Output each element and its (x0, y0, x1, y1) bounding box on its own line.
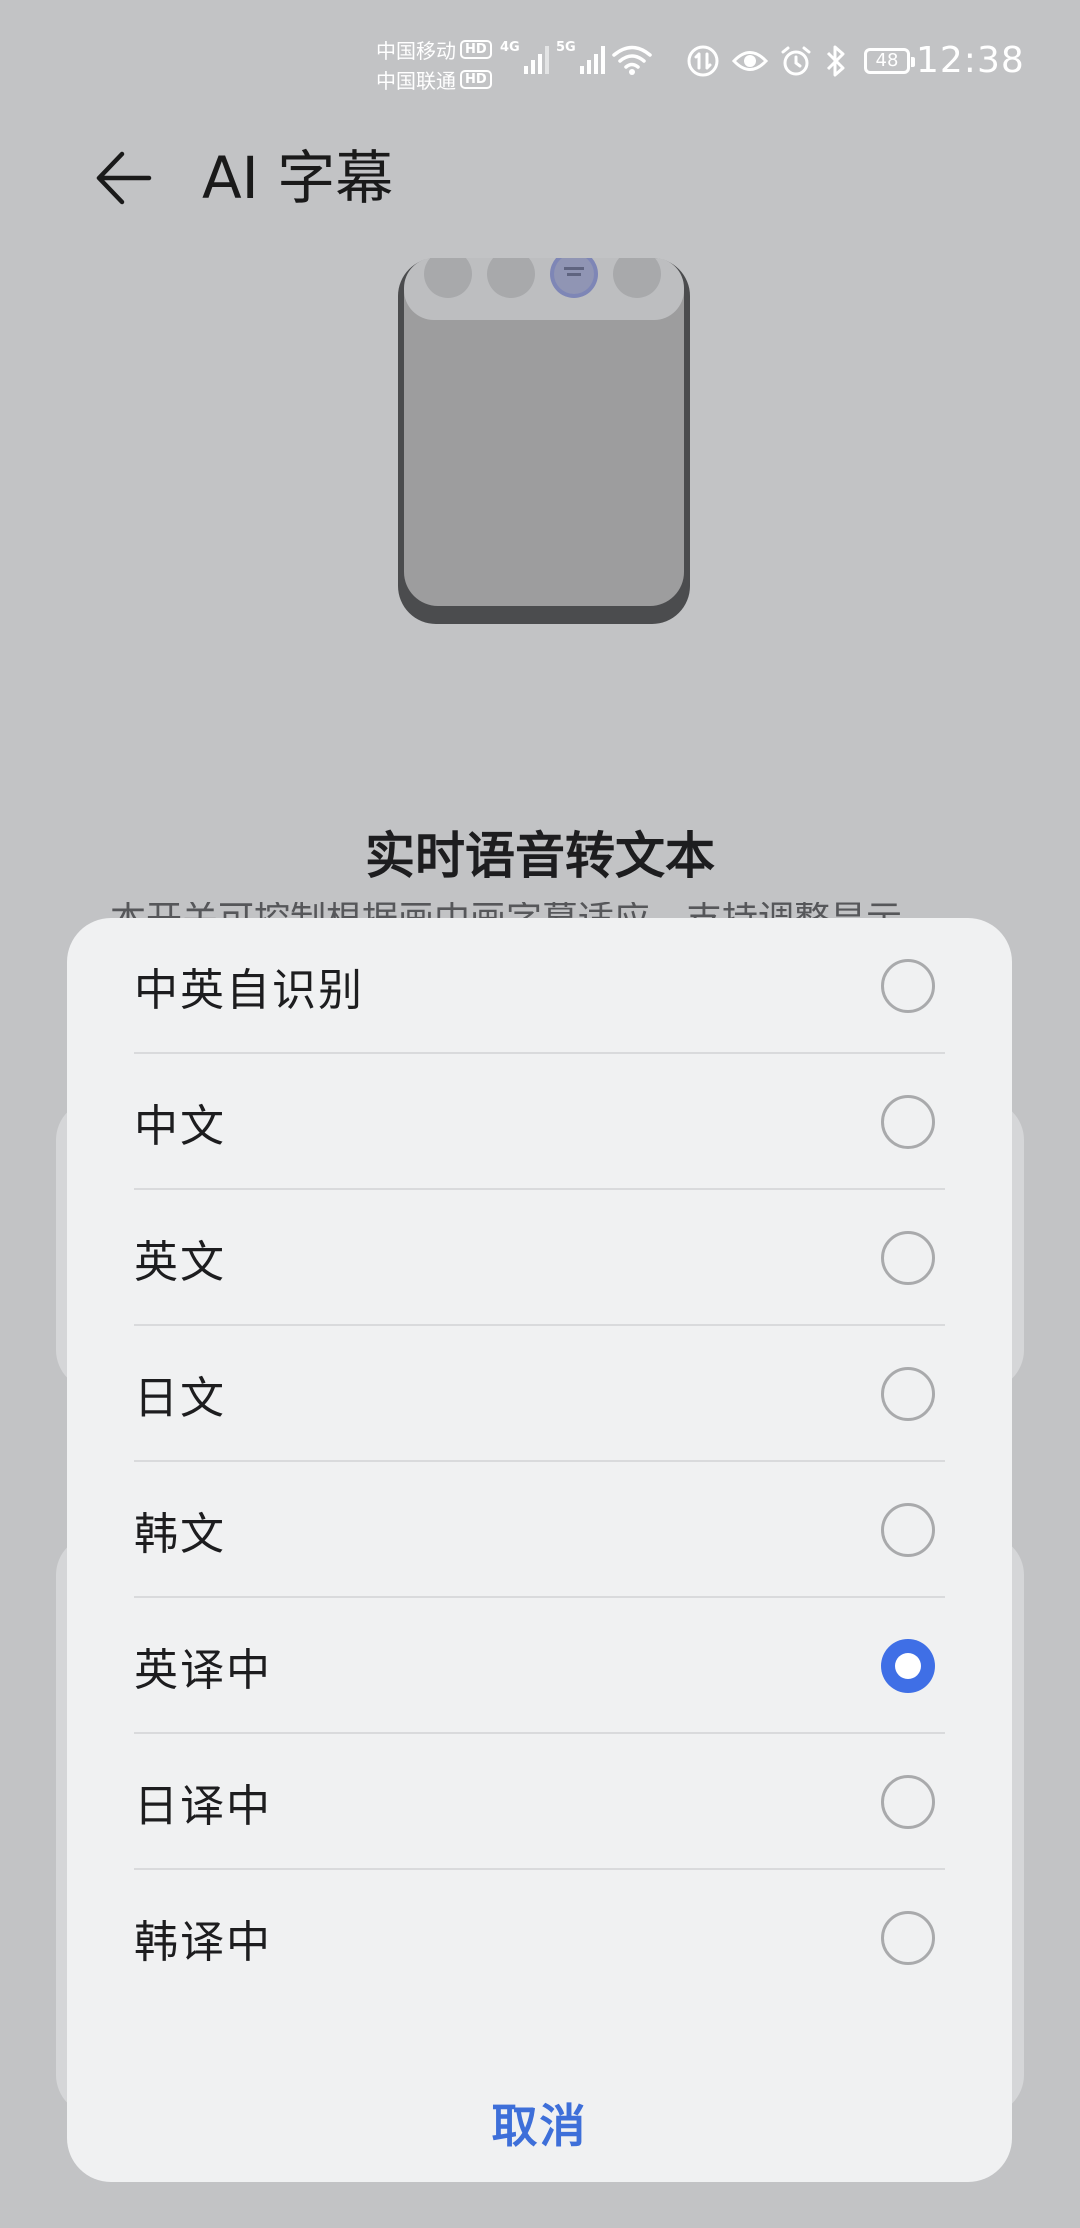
option-label: 中英自识别 (134, 965, 364, 1016)
bluetooth-icon (826, 45, 845, 77)
battery-level: 48 (875, 50, 899, 71)
cancel-button[interactable]: 取消 (67, 2076, 1012, 2170)
signal-icon (523, 46, 549, 74)
wifi-icon (612, 45, 652, 75)
carrier-1-name: 中国移动 (376, 38, 456, 63)
section-heading: 实时语音转文本 (365, 827, 715, 885)
carrier-2-name: 中国联通 (376, 68, 456, 93)
option-label: 日文 (134, 1373, 226, 1424)
radio-button[interactable] (881, 1503, 935, 1557)
sim2-signal: 5G (556, 40, 609, 74)
radio-button[interactable] (881, 1775, 935, 1829)
option-english-to-chinese[interactable]: 英译中 (134, 1598, 945, 1734)
option-korean-to-chinese[interactable]: 韩译中 (134, 1870, 945, 2006)
option-label: 英文 (134, 1237, 226, 1288)
option-korean[interactable]: 韩文 (134, 1462, 945, 1598)
option-label: 韩文 (134, 1509, 226, 1560)
sim1-network-label: 4G (500, 40, 520, 55)
sim2-network-label: 5G (556, 40, 576, 55)
signal-icon (579, 46, 605, 74)
option-auto-detect[interactable]: 中英自识别 (134, 918, 945, 1054)
radio-button[interactable] (881, 1911, 935, 1965)
back-arrow-icon (96, 151, 152, 205)
option-label: 英译中 (134, 1645, 272, 1696)
back-button[interactable] (90, 144, 158, 212)
eye-comfort-icon (732, 51, 768, 71)
carrier-info: 中国移动 HD 中国联通 HD (376, 34, 496, 94)
phone-mockup-image (398, 250, 690, 624)
option-japanese-to-chinese[interactable]: 日译中 (134, 1734, 945, 1870)
status-time: 12:38 (916, 40, 1025, 81)
phone-illustration (398, 250, 690, 624)
battery-icon: 48 (864, 48, 915, 74)
option-label: 中文 (134, 1101, 226, 1152)
option-chinese[interactable]: 中文 (134, 1054, 945, 1190)
hd-badge: HD (460, 39, 492, 59)
carrier-line-2: 中国联通 HD (376, 64, 496, 94)
status-bar: 中国移动 HD 中国联通 HD 4G 5G 48 12:38 (0, 0, 1080, 120)
option-label: 日译中 (134, 1781, 272, 1832)
radio-button-selected[interactable] (881, 1639, 935, 1693)
radio-button[interactable] (881, 1231, 935, 1285)
option-english[interactable]: 英文 (134, 1190, 945, 1326)
system-status-icons: 48 (686, 44, 915, 78)
sim1-signal: 4G (500, 40, 553, 74)
language-select-sheet: 中英自识别 中文 英文 日文 韩文 英译中 日译中 韩译中 取消 (67, 918, 1012, 2182)
hd-badge: HD (460, 69, 492, 89)
wifi-status (612, 44, 652, 80)
data-saver-icon (687, 45, 719, 77)
radio-button[interactable] (881, 1367, 935, 1421)
alarm-icon (781, 46, 811, 76)
option-label: 韩译中 (134, 1917, 272, 1968)
option-japanese[interactable]: 日文 (134, 1326, 945, 1462)
radio-button[interactable] (881, 1095, 935, 1149)
radio-button[interactable] (881, 959, 935, 1013)
page-title: AI 字幕 (202, 144, 394, 212)
carrier-line-1: 中国移动 HD (376, 34, 496, 64)
